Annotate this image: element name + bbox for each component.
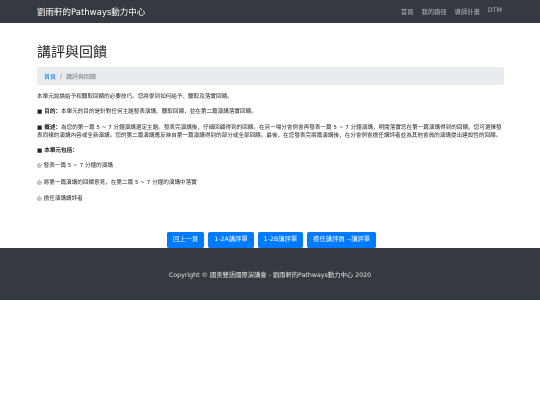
evaluation-form-2a-button[interactable]: 1-2A講評單: [208, 232, 254, 248]
list-item: ◎ 擔任演講講評者: [37, 196, 83, 203]
overview-label: ■ 概述：: [37, 124, 62, 131]
intro-text: 本單元談論給予和聽取回饋的必要技巧。您將學到如何給予、聽取及落實回饋。: [37, 94, 233, 100]
breadcrumb-home-link[interactable]: 首頁: [44, 72, 56, 81]
includes-label: ■ 本單元包括：: [37, 148, 78, 155]
page-title: 講評與回饋: [37, 45, 107, 61]
breadcrumb-current: 講評與回饋: [66, 73, 97, 81]
goal-text: 本單元的目的是針對任何主題發表演講、聽取回饋，並在第二篇演講落實回饋。: [61, 109, 257, 116]
overview-text: 為您的第一篇 5 ~ 7 分鐘演講選定主題。發表完演講後，仔細回顧得到的回饋。在…: [37, 124, 502, 139]
nav-links: 首頁 我的路徑 導師計畫 DTM: [401, 7, 502, 16]
list-item: ◎ 發表一篇 5 ~ 7 分鐘的演講: [37, 163, 113, 170]
nav-link-dtm[interactable]: DTM: [488, 7, 502, 16]
action-buttons: 回上一頁 1-2A講評單 1-2B講評單 擔任講評員 --講評單: [167, 232, 377, 248]
brand-link[interactable]: 劉雨軒的Pathways動力中心: [37, 6, 145, 18]
list-item: ◎ 將第一篇演講的回饋意見，在第二篇 5 ~ 7 分鐘的演講中落實: [37, 179, 197, 186]
goal-label: ■ 目的：: [37, 109, 62, 116]
nav-link-mentor-program[interactable]: 導師計畫: [455, 7, 480, 16]
nav-link-home[interactable]: 首頁: [401, 7, 414, 16]
overview-paragraph: ■ 概述：為您的第一篇 5 ~ 7 分鐘演講選定主題。發表完演講後，仔細回顧得到…: [37, 124, 504, 141]
breadcrumb-separator: /: [60, 72, 63, 80]
breadcrumb: 首頁 / 講評與回饋: [37, 67, 504, 85]
nav-link-my-path[interactable]: 我的路徑: [421, 7, 446, 16]
goal-paragraph: ■ 目的：本單元的目的是針對任何主題發表演講、聽取回饋，並在第二篇演講落實回饋。: [37, 108, 504, 116]
back-button[interactable]: 回上一頁: [167, 232, 205, 248]
footer: Copyright © 國美雙語國際演講會 - 劉雨軒的Pathways動力中心…: [0, 248, 540, 300]
evaluator-form-button[interactable]: 擔任講評員 --講評單: [307, 232, 377, 248]
main-content: 本單元談論給予和聽取回饋的必要技巧。您將學到如何給予、聽取及落實回饋。 ■ 目的…: [37, 93, 504, 211]
footer-copyright: Copyright © 國美雙語國際演講會 - 劉雨軒的Pathways動力中心…: [168, 271, 372, 279]
evaluation-form-2b-button[interactable]: 1-2B講評單: [257, 232, 304, 248]
top-navbar: 劉雨軒的Pathways動力中心 首頁 我的路徑 導師計畫 DTM: [0, 0, 540, 23]
